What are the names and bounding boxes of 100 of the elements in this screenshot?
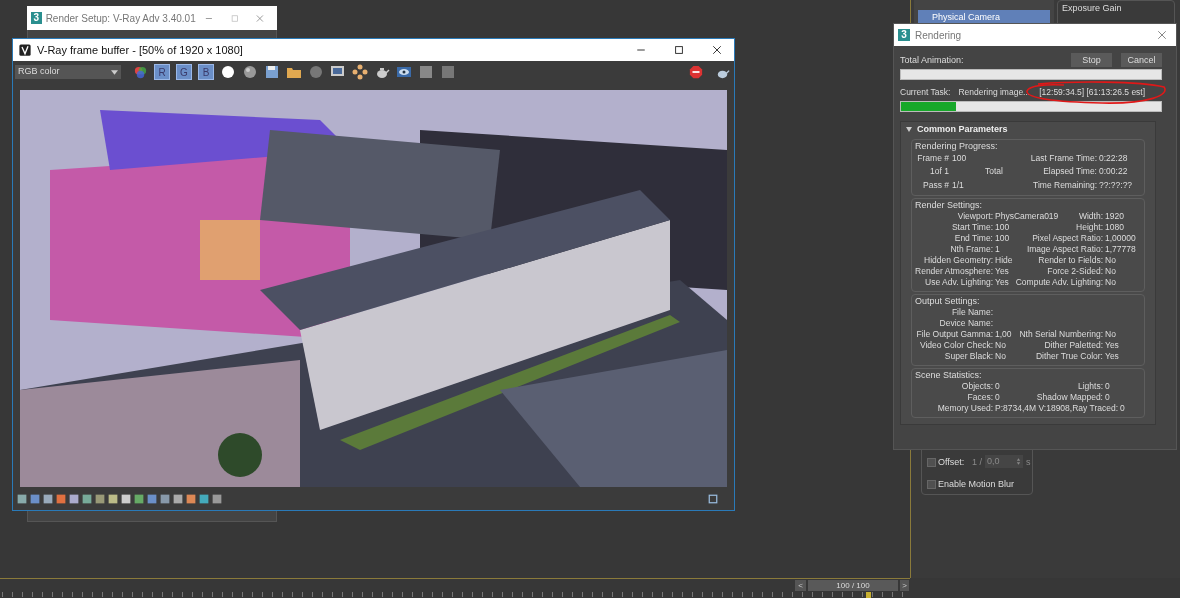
field-label: Pass # — [922, 178, 949, 192]
disc-icon[interactable] — [308, 64, 324, 80]
field-label: Last Frame Time: — [1030, 151, 1097, 165]
field-value: 0 — [1104, 392, 1111, 404]
field-label: Dither True Color: — [1035, 351, 1103, 363]
square-icon[interactable] — [160, 493, 170, 504]
square-icon[interactable] — [418, 64, 434, 80]
field-label: Memory Used: — [936, 403, 993, 415]
field-value: 0:22:28 — [1098, 151, 1129, 165]
maximize-icon[interactable] — [673, 44, 685, 56]
stop-sign-icon[interactable] — [689, 65, 703, 79]
field-label: Lights: — [1077, 381, 1103, 393]
field-label: Image Aspect Ratio: — [1026, 244, 1103, 256]
app-icon: 3 — [898, 29, 910, 41]
field-value: No — [994, 351, 1007, 363]
progress-label: Total Animation: — [900, 53, 964, 67]
field-label: Viewport: — [956, 211, 993, 223]
channel-dropdown[interactable]: RGB color — [15, 65, 121, 79]
field-label: Frame # — [916, 151, 949, 165]
field-value: 1920 — [1104, 211, 1125, 223]
square-icon[interactable] — [440, 64, 456, 80]
field-label: Ray Traced: — [1072, 403, 1118, 415]
sphere-icon[interactable] — [242, 64, 258, 80]
group-title: Rendering Progress: — [915, 139, 998, 152]
channel-toggle[interactable]: G — [176, 64, 192, 80]
checkbox-label: Offset: — [938, 456, 965, 469]
v-logo-icon — [19, 44, 31, 56]
field-value: 1,00000 — [1104, 233, 1137, 245]
field-label: Render Atmosphere: — [915, 266, 993, 278]
field-value: No — [994, 340, 1007, 352]
dropdown-arrow-icon[interactable] — [111, 69, 118, 75]
field-value: ??:??:?? — [1098, 178, 1134, 192]
group-title: Scene Statistics: — [915, 369, 982, 382]
field-value: 1080 — [1104, 222, 1125, 234]
field-value: PhysCamera019 — [994, 211, 1060, 223]
dialog-button[interactable]: Stop — [1071, 53, 1112, 67]
field-label: Faces: — [966, 392, 993, 404]
window-title: V-Ray frame buffer - [50% of 1920 x 1080] — [37, 42, 244, 58]
field-label: Compute Adv. Lighting: — [1015, 277, 1103, 289]
field-value: No — [1104, 255, 1117, 267]
field-label: 1of 1 — [929, 165, 949, 179]
channel-toggle[interactable]: R — [154, 64, 170, 80]
collapse-triangle-icon[interactable] — [906, 126, 912, 132]
field-label: Use Adv. Lighting: — [924, 277, 993, 289]
close-icon[interactable] — [711, 44, 723, 56]
field-value: Yes — [994, 266, 1010, 278]
field-label: Height: — [1076, 222, 1103, 234]
field-value: P:8734,4M V:18908, — [994, 403, 1073, 415]
field-value: 100 — [994, 222, 1011, 234]
channel-toggle[interactable]: B — [198, 64, 214, 80]
field-value: Yes — [1104, 351, 1120, 363]
next-frame-button[interactable]: > — [900, 580, 909, 591]
time-estimate: [12:59:34.5] [61:13:26.5 est] — [1039, 86, 1146, 99]
field-label: Nth Frame: — [949, 244, 993, 256]
field-value: 1/1 — [951, 178, 965, 192]
field-label: Elapsed Time: — [1043, 165, 1097, 179]
field-value: 100 — [951, 151, 968, 165]
checkbox[interactable] — [927, 480, 936, 489]
square-icon[interactable] — [134, 493, 144, 504]
square-icon[interactable] — [30, 493, 40, 504]
frame-counter[interactable]: 100 / 100 — [808, 580, 898, 591]
square-icon[interactable] — [708, 493, 718, 504]
previous-frame-button[interactable]: < — [795, 580, 806, 591]
field-value: 100 — [994, 233, 1011, 245]
square-icon[interactable] — [173, 493, 183, 504]
field-value: 0 — [994, 392, 1001, 404]
modifier-item[interactable]: Physical Camera — [918, 10, 1050, 24]
group-title: Exposure Gain — [1062, 2, 1122, 15]
field-value: 0:00:22 — [1098, 165, 1129, 179]
square-icon[interactable] — [147, 493, 157, 504]
group-title: Output Settings: — [915, 295, 980, 308]
window-title: Render Setup: V-Ray Adv 3.40.01 — [45, 11, 196, 26]
field-label: Device Name: — [938, 318, 993, 330]
checkbox-label: Enable Motion Blur — [938, 478, 1015, 491]
field-value: Yes — [1104, 340, 1120, 352]
field-label: Nth Serial Numbering: — [1019, 329, 1103, 341]
field-label: Total — [985, 165, 1004, 179]
field-label: Width: — [1078, 211, 1103, 223]
field-label: File Name: — [950, 307, 993, 319]
field-value: No — [1104, 277, 1117, 289]
field-label: Force 2-Sided: — [1047, 266, 1103, 278]
eye-icon[interactable] — [396, 64, 412, 80]
unit-label: s — [1026, 456, 1031, 469]
field-label: Render to Fields: — [1038, 255, 1103, 267]
field-label: File Output Gamma: — [915, 329, 993, 341]
color-circles-icon[interactable] — [133, 64, 148, 80]
group-title: Render Settings: — [915, 199, 983, 212]
field-label: Super Black: — [943, 351, 993, 363]
field-label: Dither Paletted: — [1044, 340, 1103, 352]
field-value: No — [1104, 266, 1117, 278]
app-icon: 3 — [31, 12, 42, 24]
field-label: Time Remaining: — [1033, 178, 1097, 192]
progress-label: Current Task: — [900, 86, 951, 99]
section-title[interactable]: Common Parameters — [917, 122, 1008, 136]
field-value: Yes — [994, 277, 1010, 289]
field-label: Hidden Geometry: — [923, 255, 993, 267]
dialog-button[interactable]: Cancel — [1121, 53, 1162, 67]
field-value: 1,00 — [994, 329, 1013, 341]
dots-cluster-icon[interactable] — [352, 64, 368, 80]
field-value: No — [1104, 329, 1117, 341]
